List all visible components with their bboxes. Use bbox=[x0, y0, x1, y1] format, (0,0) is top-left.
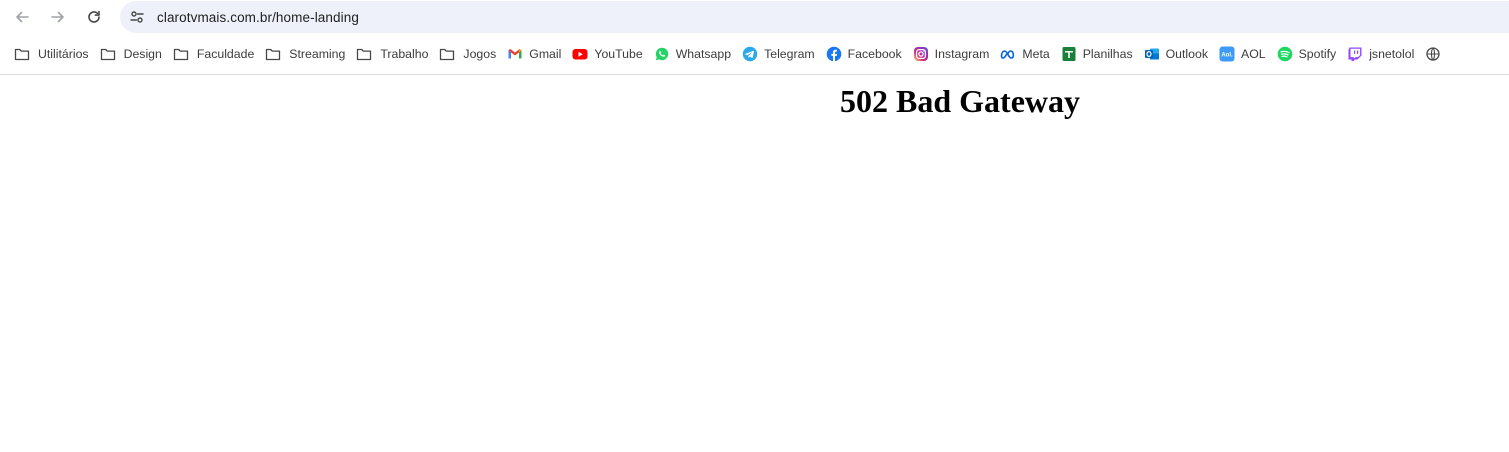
meta-icon bbox=[1000, 46, 1016, 62]
bookmark-overflow-partial[interactable] bbox=[1421, 40, 1453, 68]
folder-icon bbox=[356, 46, 372, 62]
bookmark-label: YouTube bbox=[594, 47, 643, 61]
svg-text:Aol.: Aol. bbox=[1221, 52, 1233, 58]
bookmark-label: jsnetolol bbox=[1369, 47, 1415, 61]
bookmark-gmail[interactable]: Gmail bbox=[503, 40, 567, 68]
gmail-icon bbox=[507, 46, 523, 62]
bookmark-planilhas[interactable]: Planilhas bbox=[1057, 40, 1139, 68]
bookmark-label: Meta bbox=[1022, 47, 1050, 61]
bookmark-label: Design bbox=[123, 47, 162, 61]
spotify-icon bbox=[1277, 46, 1293, 62]
folder-icon bbox=[439, 46, 455, 62]
page-content: 502 Bad Gateway bbox=[0, 75, 1509, 452]
reload-icon bbox=[88, 10, 100, 23]
address-bar[interactable]: clarotvmais.com.br/home-landing bbox=[120, 1, 1509, 33]
sheets-icon bbox=[1061, 46, 1077, 62]
bookmark-twitch[interactable]: jsnetolol bbox=[1343, 40, 1420, 68]
bookmark-label: Facebook bbox=[847, 47, 902, 61]
aol-icon: Aol. bbox=[1219, 46, 1235, 62]
bookmark-label: Jogos bbox=[463, 47, 497, 61]
site-info-button[interactable] bbox=[124, 4, 150, 30]
url-text[interactable]: clarotvmais.com.br/home-landing bbox=[157, 10, 359, 25]
folder-icon bbox=[173, 46, 189, 62]
bookmark-label: Streaming bbox=[289, 47, 346, 61]
forward-button[interactable] bbox=[43, 3, 73, 31]
bookmark-whatsapp[interactable]: Whatsapp bbox=[650, 40, 737, 68]
bookmark-outlook[interactable]: Outlook bbox=[1140, 40, 1214, 68]
bookmark-label: Telegram bbox=[764, 47, 815, 61]
bookmark-folder-jogos[interactable]: Jogos bbox=[435, 40, 502, 68]
bookmark-telegram[interactable]: Telegram bbox=[738, 40, 821, 68]
bookmark-label: Outlook bbox=[1165, 47, 1208, 61]
bookmark-folder-design[interactable]: Design bbox=[96, 40, 168, 68]
bookmark-youtube[interactable]: YouTube bbox=[568, 40, 648, 68]
browser-toolbar: clarotvmais.com.br/home-landing bbox=[0, 0, 1509, 35]
bookmark-label: Whatsapp bbox=[675, 47, 732, 61]
back-button[interactable] bbox=[7, 3, 37, 31]
globe-icon bbox=[1425, 46, 1441, 62]
page-title: 502 Bad Gateway bbox=[840, 83, 1080, 119]
twitch-icon bbox=[1347, 46, 1363, 62]
bookmark-label: Instagram bbox=[934, 47, 990, 61]
reload-button[interactable] bbox=[79, 3, 109, 31]
facebook-icon bbox=[826, 46, 842, 62]
telegram-icon bbox=[742, 46, 758, 62]
bookmark-instagram[interactable]: Instagram bbox=[909, 40, 996, 68]
bookmark-folder-streaming[interactable]: Streaming bbox=[261, 40, 351, 68]
folder-icon bbox=[14, 46, 30, 62]
arrow-right-icon bbox=[51, 11, 64, 23]
bookmark-facebook[interactable]: Facebook bbox=[822, 40, 908, 68]
bookmark-label: Utilitários bbox=[38, 47, 89, 61]
folder-icon bbox=[100, 46, 116, 62]
arrow-left-icon bbox=[16, 11, 29, 23]
folder-icon bbox=[265, 46, 281, 62]
youtube-icon bbox=[572, 46, 588, 62]
instagram-icon bbox=[913, 46, 929, 62]
bookmark-folder-trabalho[interactable]: Trabalho bbox=[352, 40, 434, 68]
bookmark-folder-utilitarios[interactable]: Utilitários bbox=[10, 40, 95, 68]
bookmark-folder-faculdade[interactable]: Faculdade bbox=[169, 40, 260, 68]
bookmark-label: Faculdade bbox=[196, 47, 255, 61]
bookmark-label: Spotify bbox=[1298, 47, 1337, 61]
bookmark-label: Trabalho bbox=[380, 47, 429, 61]
tune-icon bbox=[130, 11, 144, 23]
bookmark-aol[interactable]: Aol. AOL bbox=[1215, 40, 1272, 68]
bookmark-label: Planilhas bbox=[1082, 47, 1133, 61]
bookmark-meta[interactable]: Meta bbox=[996, 40, 1055, 68]
bookmark-label: Gmail bbox=[529, 47, 562, 61]
whatsapp-icon bbox=[654, 46, 670, 62]
bookmark-spotify[interactable]: Spotify bbox=[1273, 40, 1343, 68]
bookmarks-bar: Utilitários Design Faculdade Streaming T… bbox=[0, 38, 1509, 70]
outlook-icon bbox=[1144, 46, 1160, 62]
bookmark-label: AOL bbox=[1241, 47, 1266, 61]
